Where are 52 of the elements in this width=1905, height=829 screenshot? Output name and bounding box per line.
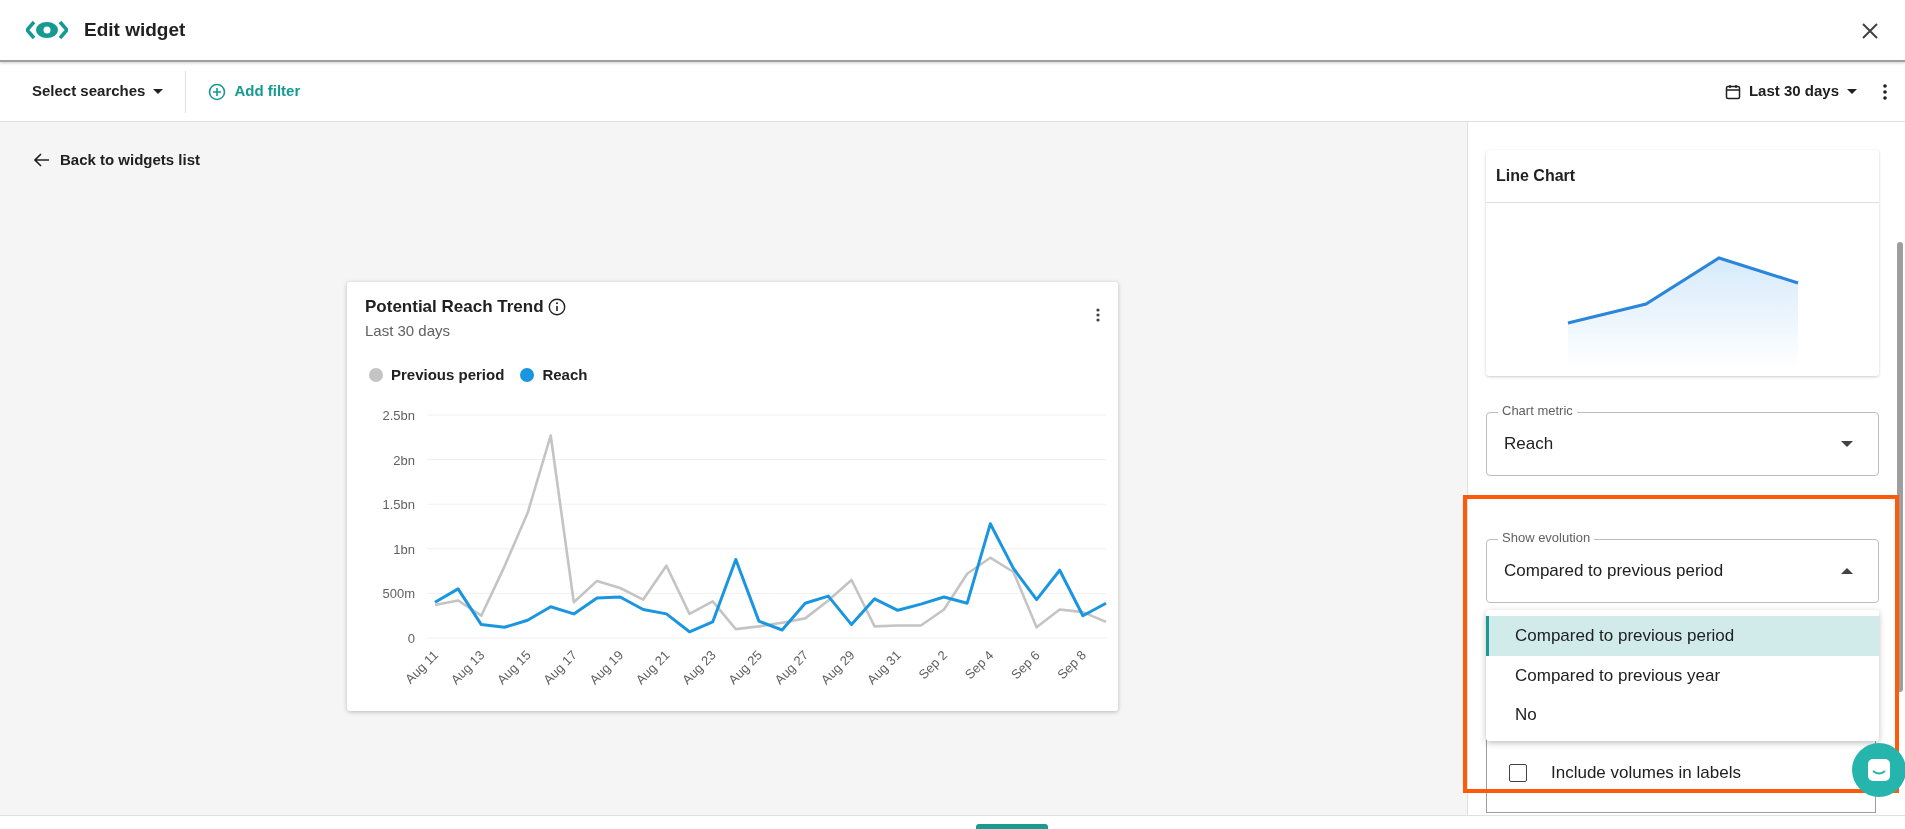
widget-subtitle: Last 30 days	[365, 320, 452, 341]
x-axis-label: Sep 8	[1054, 647, 1089, 682]
legend-label: Previous period	[391, 365, 505, 385]
y-axis-label: 2bn	[393, 452, 415, 468]
x-axis-label: Aug 31	[864, 647, 904, 687]
x-axis-label: Aug 27	[771, 647, 812, 687]
dropdown-option[interactable]: Compared to previous year	[1486, 655, 1879, 695]
x-axis-label: Aug 19	[586, 647, 627, 687]
back-link[interactable]: Back to widgets list	[28, 148, 207, 173]
select-searches-dropdown[interactable]: Select searches	[30, 76, 166, 107]
caret-icon	[153, 88, 164, 95]
chart-type-title: Line Chart	[1486, 150, 1879, 203]
close-icon	[1861, 21, 1879, 40]
chart-metric-select[interactable]: Chart metric Reach	[1486, 403, 1879, 476]
caret-icon	[1847, 88, 1857, 95]
dropdown-option[interactable]: Compared to previous period	[1486, 616, 1879, 656]
eye-logo-icon	[26, 19, 68, 41]
window-title: Edit widget	[84, 17, 186, 42]
caret-icon	[1841, 441, 1853, 447]
y-axis-label: 1bn	[393, 541, 415, 557]
legend-label: Reach	[542, 365, 588, 385]
x-axis-label: Sep 4	[961, 647, 997, 682]
date-range-dropdown[interactable]: Last 30 days	[1722, 76, 1859, 107]
dropdown-option[interactable]: No	[1486, 695, 1879, 735]
arrow-left-icon	[34, 153, 50, 168]
chat-button[interactable]	[1852, 743, 1905, 797]
y-axis-label: 500m	[382, 585, 415, 601]
chart-type-card[interactable]: Line Chart	[1486, 150, 1879, 376]
y-axis-label: 1.5bn	[382, 496, 415, 512]
x-axis-label: Aug 17	[540, 647, 580, 687]
calendar-icon	[1724, 83, 1741, 100]
x-axis-label: Aug 13	[447, 647, 488, 687]
x-axis-label: Aug 11	[402, 647, 442, 687]
widget-title: Potential Reach Trend	[365, 296, 544, 318]
kebab-menu-icon	[1883, 84, 1887, 101]
x-axis-label: Sep 2	[915, 647, 951, 682]
x-axis-label: Sep 6	[1008, 647, 1043, 682]
x-axis-label: Aug 21	[632, 647, 673, 687]
x-axis-label: Aug 15	[493, 647, 534, 687]
scrollbar[interactable]	[1897, 242, 1903, 692]
x-axis-label: Aug 29	[817, 647, 858, 687]
checkbox-label: Include volumes in labels	[1551, 762, 1741, 784]
checkbox[interactable]	[1509, 763, 1527, 782]
plus-circle-icon	[208, 82, 227, 101]
x-axis-label: Aug 23	[679, 647, 719, 687]
chat-icon	[1866, 757, 1892, 783]
y-axis-label: 0	[407, 630, 415, 646]
y-axis-label: 2.5bn	[382, 407, 415, 423]
x-axis-label: Aug 25	[725, 647, 766, 687]
show-evolution-select[interactable]: Show evolution Compared to previous period	[1486, 530, 1879, 603]
info-icon[interactable]	[547, 297, 566, 316]
kebab-menu-icon	[1096, 307, 1100, 322]
